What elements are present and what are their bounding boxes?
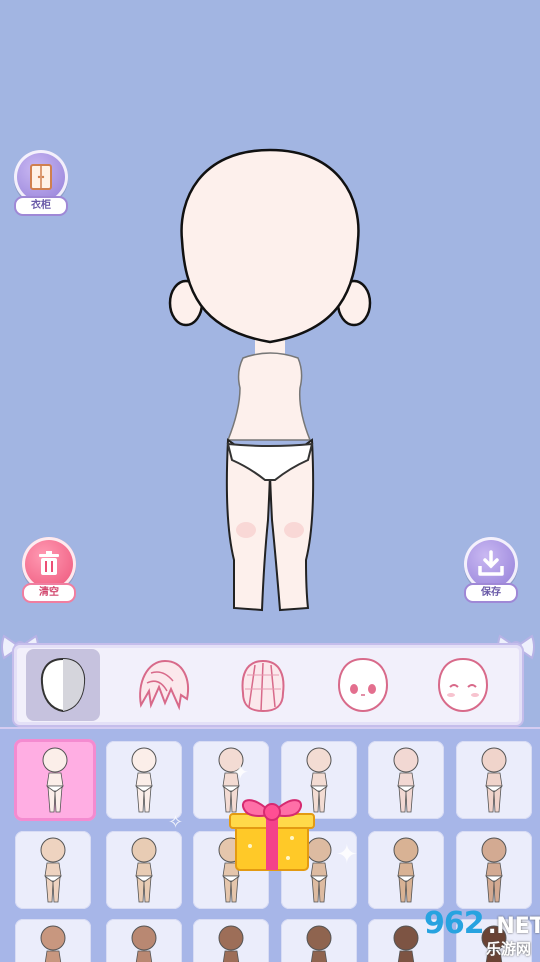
save-button[interactable]: 保存 bbox=[462, 537, 522, 607]
skin-tone-tile[interactable] bbox=[456, 831, 532, 909]
figure-preview-icon bbox=[393, 837, 419, 903]
tab-hair-front[interactable] bbox=[126, 649, 200, 721]
wardrobe-label: 衣柜 bbox=[14, 196, 68, 216]
figure-preview-icon bbox=[306, 925, 332, 962]
skin-tone-tile[interactable] bbox=[15, 831, 91, 909]
figure-preview-icon bbox=[481, 837, 507, 903]
figure-preview-icon bbox=[40, 837, 66, 903]
skin-tone-tile[interactable] bbox=[193, 919, 269, 962]
tab-eyes[interactable] bbox=[326, 649, 400, 721]
figure-preview-icon bbox=[42, 747, 68, 813]
tab-hair-back[interactable] bbox=[226, 649, 300, 721]
figure-preview-icon bbox=[40, 925, 66, 962]
figure-preview-icon bbox=[131, 747, 157, 813]
gift-box-icon[interactable] bbox=[222, 786, 322, 876]
sparkle-icon: ✧ bbox=[168, 812, 184, 833]
clear-label: 清空 bbox=[22, 583, 76, 603]
figure-preview-icon bbox=[131, 925, 157, 962]
skin-tone-tile[interactable] bbox=[106, 919, 182, 962]
watermark-net: .NET bbox=[488, 914, 540, 939]
wardrobe-button[interactable]: 衣柜 bbox=[12, 150, 72, 220]
skin-tab-icon bbox=[40, 657, 86, 713]
figure-preview-icon bbox=[393, 747, 419, 813]
sparkle-icon: ✦ bbox=[336, 840, 358, 870]
clear-button[interactable]: 清空 bbox=[20, 537, 80, 607]
skin-tone-tile[interactable] bbox=[281, 919, 357, 962]
skin-tone-tile[interactable] bbox=[15, 919, 91, 962]
figure-preview-icon bbox=[218, 925, 244, 962]
skin-tone-tile[interactable] bbox=[456, 741, 532, 819]
eyes-icon bbox=[337, 657, 389, 713]
hair-back-icon bbox=[241, 659, 285, 713]
category-tab-bar bbox=[12, 643, 524, 727]
watermark-logo: 962 bbox=[424, 906, 485, 941]
save-label: 保存 bbox=[464, 583, 518, 603]
character-figure bbox=[168, 148, 372, 612]
watermark-sub: 乐游网 bbox=[486, 940, 532, 958]
skin-tone-tile[interactable] bbox=[106, 741, 182, 819]
skin-tone-tile[interactable] bbox=[106, 831, 182, 909]
tab-face[interactable] bbox=[426, 649, 500, 721]
skin-tone-tile[interactable] bbox=[368, 831, 444, 909]
watermark: 962 .NET 乐游网 bbox=[388, 906, 540, 960]
face-icon bbox=[437, 657, 489, 713]
skin-tone-tile[interactable] bbox=[14, 739, 96, 821]
skin-tone-tile[interactable] bbox=[368, 741, 444, 819]
hair-front-icon bbox=[139, 659, 189, 711]
sparkle-icon: ✦ bbox=[232, 760, 249, 784]
figure-preview-icon bbox=[481, 747, 507, 813]
character-stage bbox=[0, 0, 540, 640]
tab-skin[interactable] bbox=[26, 649, 100, 721]
figure-preview-icon bbox=[131, 837, 157, 903]
